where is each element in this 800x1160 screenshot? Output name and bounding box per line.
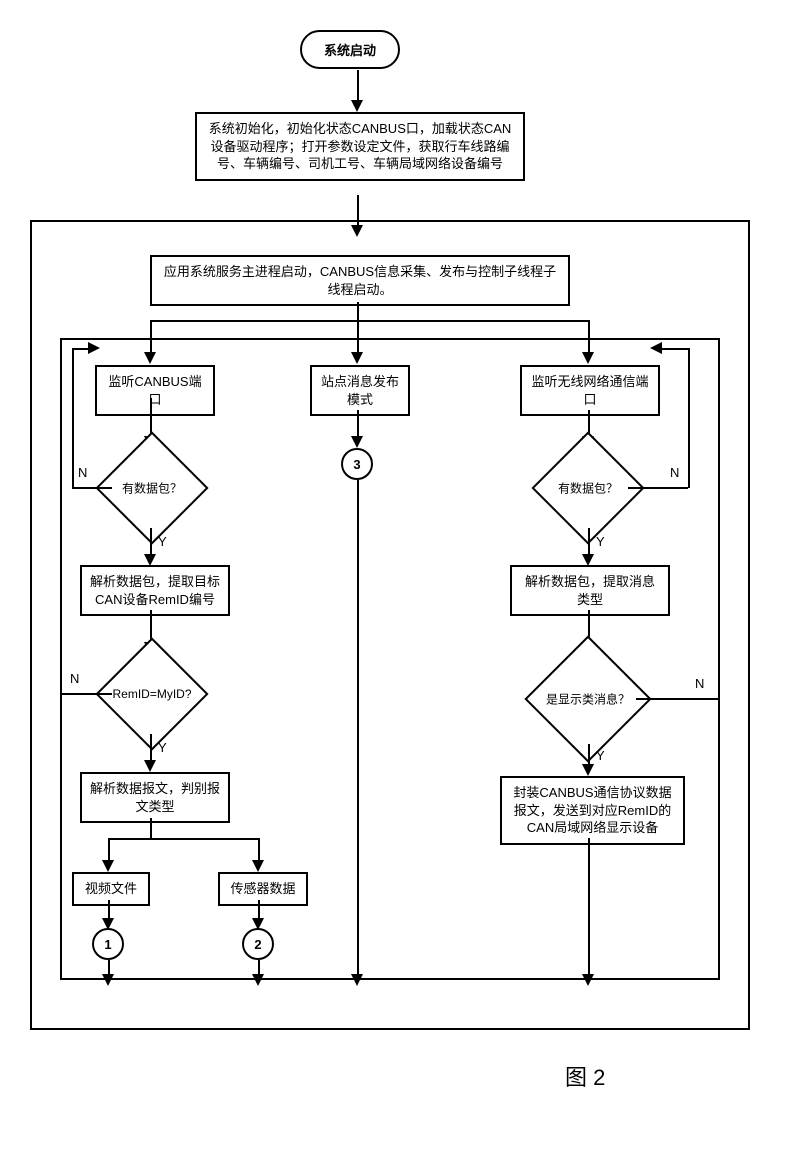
start-terminator: 系统启动: [300, 30, 400, 69]
left-listen-text: 监听CANBUS端口: [108, 374, 201, 407]
n-label-1: N: [78, 465, 87, 480]
figure-caption: 图 2: [565, 1060, 605, 1092]
right-display-text: 是显示类消息？: [546, 691, 630, 708]
right-parse-box: 解析数据包，提取消息类型: [510, 565, 670, 616]
right-listen-box: 监听无线网络通信端口: [520, 365, 660, 416]
right-display-decision: 是显示类消息？: [543, 654, 633, 744]
y-label-1: Y: [158, 534, 167, 549]
n-label-4: N: [695, 676, 704, 691]
main-process-box: 应用系统服务主进程启动，CANBUS信息采集、发布与控制子线程子线程启动。: [150, 255, 570, 306]
left-remid-decision: RemID=MyID?: [112, 654, 192, 734]
left-remid-text: RemID=MyID?: [112, 687, 191, 701]
c3-text: 3: [353, 457, 360, 472]
left-listen-box: 监听CANBUS端口: [95, 365, 215, 416]
caption-text: 图 2: [565, 1065, 605, 1090]
y-label-3: Y: [596, 534, 605, 549]
n-label-3: N: [670, 465, 679, 480]
right-encap-box: 封装CANBUS通信协议数据报文，发送到对应RemID的CAN局域网络显示设备: [500, 776, 685, 845]
left-parse1-text: 解析数据包，提取目标CAN设备RemID编号: [90, 574, 220, 607]
connector-2: 2: [242, 928, 274, 960]
mid-mode-text: 站点消息发布模式: [321, 374, 399, 407]
init-box: 系统初始化，初始化状态CANBUS口，加载状态CAN设备驱动程序；打开参数设定文…: [195, 112, 525, 181]
n-label-2: N: [70, 671, 79, 686]
c2-text: 2: [254, 937, 261, 952]
connector-3: 3: [341, 448, 373, 480]
right-has-data-text: 有数据包？: [558, 480, 618, 497]
right-listen-text: 监听无线网络通信端口: [531, 374, 648, 407]
start-label: 系统启动: [324, 43, 376, 58]
connector-1: 1: [92, 928, 124, 960]
left-parse2-box: 解析数据报文，判别报文类型: [80, 772, 230, 823]
right-has-data-decision: 有数据包？: [548, 448, 628, 528]
left-has-data-decision: 有数据包？: [112, 448, 192, 528]
right-parse-text: 解析数据包，提取消息类型: [525, 574, 655, 607]
main-process-text: 应用系统服务主进程启动，CANBUS信息采集、发布与控制子线程子线程启动。: [164, 264, 556, 297]
left-parse1-box: 解析数据包，提取目标CAN设备RemID编号: [80, 565, 230, 616]
mid-mode-box: 站点消息发布模式: [310, 365, 410, 416]
right-encap-text: 封装CANBUS通信协议数据报文，发送到对应RemID的CAN局域网络显示设备: [513, 785, 671, 835]
video-box: 视频文件: [72, 872, 150, 906]
left-has-data-text: 有数据包？: [122, 480, 182, 497]
sensor-box: 传感器数据: [218, 872, 308, 906]
left-parse2-text: 解析数据报文，判别报文类型: [90, 781, 220, 814]
sensor-text: 传感器数据: [230, 881, 295, 896]
y-label-4: Y: [596, 748, 605, 763]
video-text: 视频文件: [85, 881, 137, 896]
c1-text: 1: [104, 937, 111, 952]
init-text: 系统初始化，初始化状态CANBUS口，加载状态CAN设备驱动程序；打开参数设定文…: [209, 121, 512, 171]
y-label-2: Y: [158, 740, 167, 755]
